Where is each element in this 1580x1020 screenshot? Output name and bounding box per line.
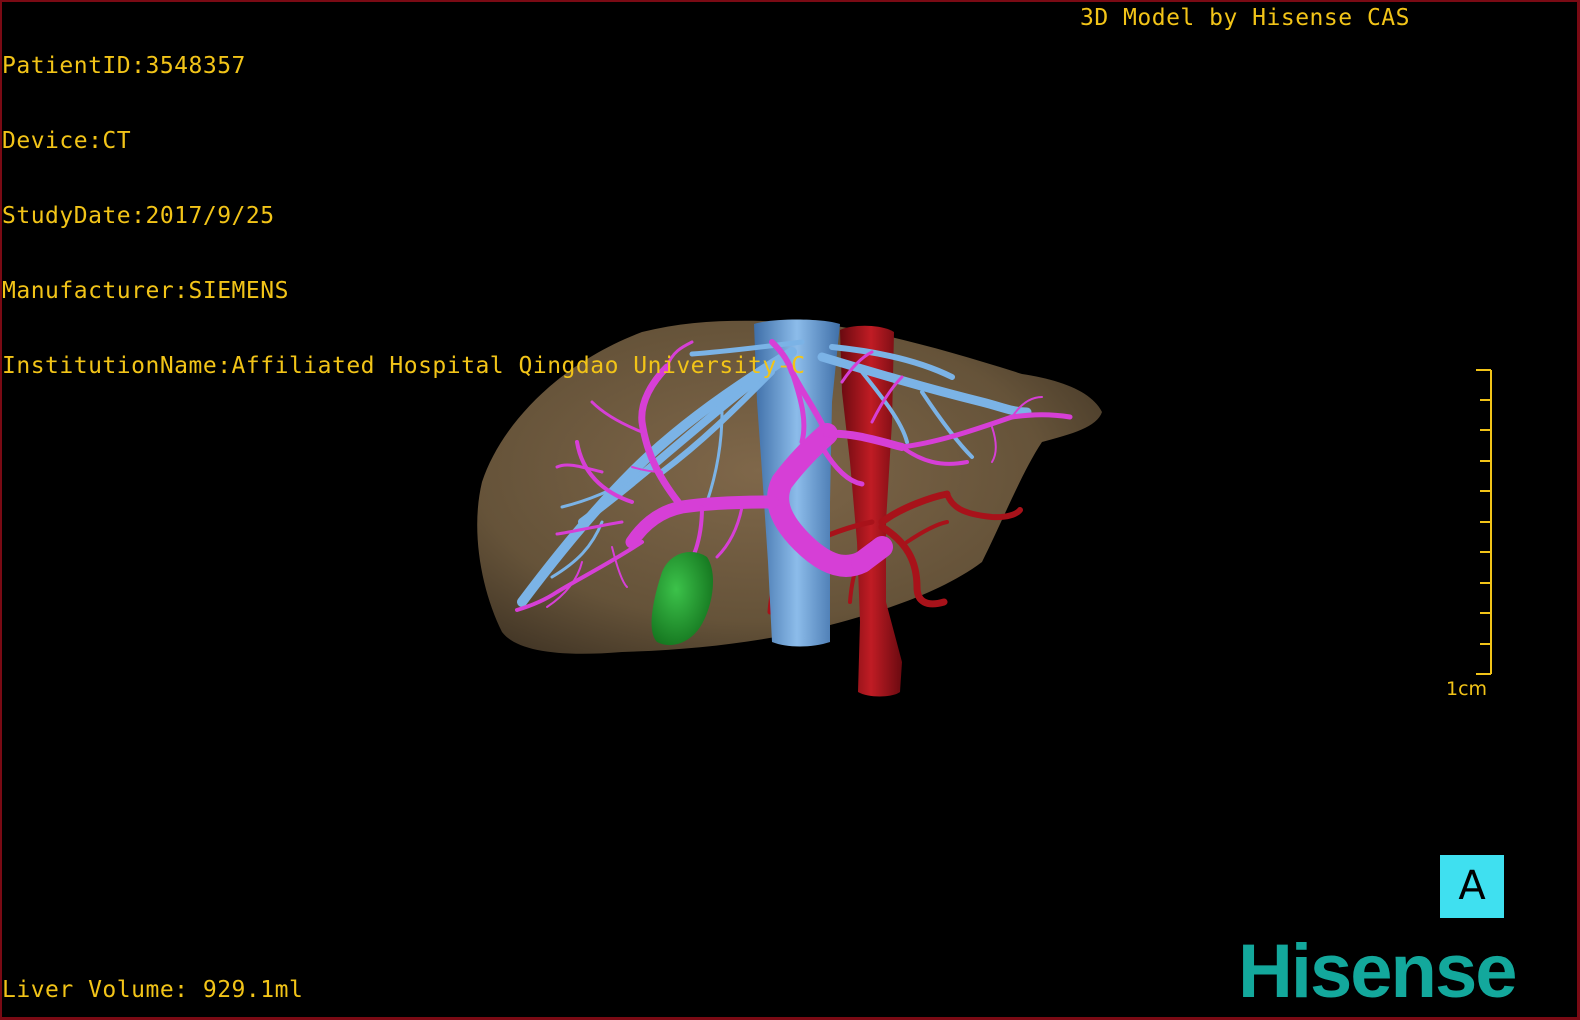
study-date: StudyDate:2017/9/25: [2, 203, 275, 229]
institution-name: InstitutionName:Affiliated Hospital Qing…: [2, 353, 806, 379]
3d-model-viewport[interactable]: PatientID:3548357 Device:CT StudyDate:20…: [0, 0, 1580, 1020]
manufacturer: Manufacturer:SIEMENS: [2, 278, 289, 304]
device: Device:CT: [2, 128, 132, 154]
patient-info-overlay: PatientID:3548357 Device:CT StudyDate:20…: [2, 4, 805, 429]
model-source-label: 3D Model by Hisense CAS: [1080, 5, 1410, 31]
patient-id: PatientID:3548357: [2, 53, 246, 79]
liver-volume-label: Liver Volume: 929.1ml: [2, 977, 304, 1003]
scale-bar: [1476, 369, 1492, 675]
scale-label: 1cm: [1446, 678, 1488, 700]
hisense-logo: Hisense: [1238, 929, 1517, 1014]
orientation-marker[interactable]: A: [1440, 855, 1504, 918]
